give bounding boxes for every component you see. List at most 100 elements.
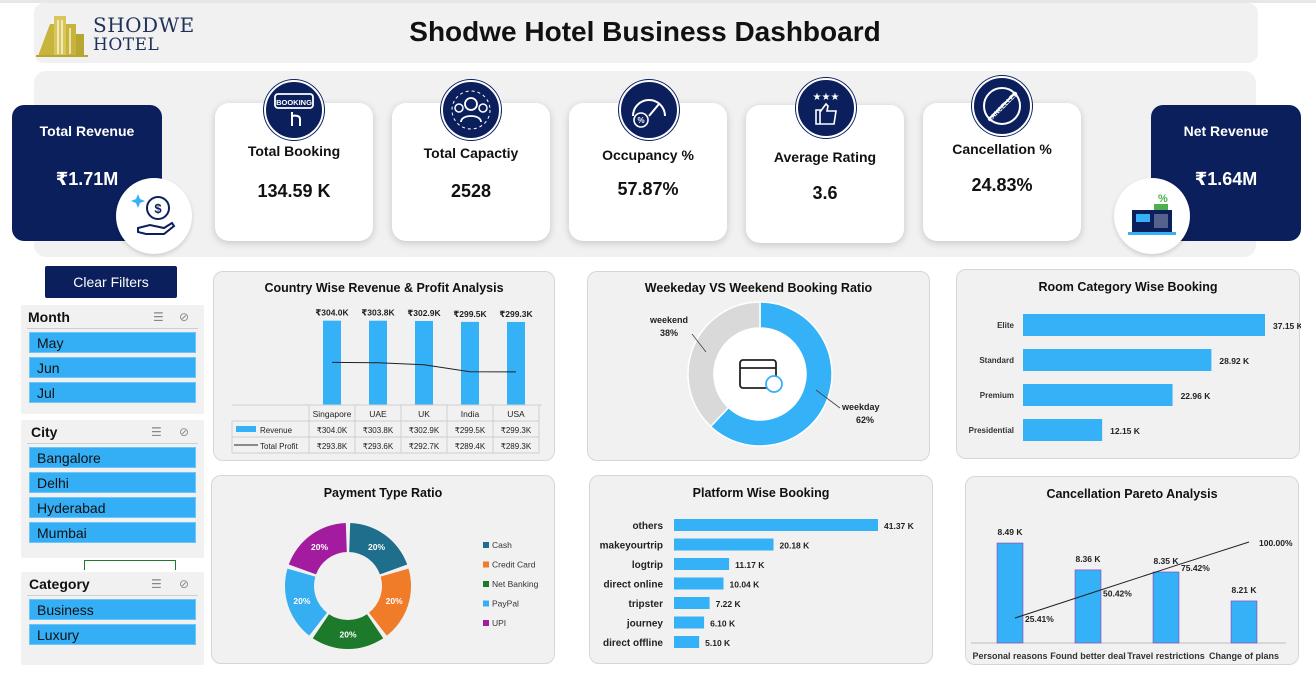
payment-legend-label: UPI <box>492 618 506 628</box>
clear-filter-icon[interactable]: ⊘ <box>179 425 189 439</box>
payment-legend-swatch <box>483 561 489 568</box>
booking-hand-icon: BOOKING <box>274 93 314 126</box>
weekday-chart-panel: Weekeday VS Weekend Booking Ratio weekda… <box>587 271 930 461</box>
platform-label: tripster <box>629 599 664 610</box>
profit-table-cell: ₹293.6K <box>363 442 394 451</box>
revenue-data-label: ₹303.8K <box>361 308 395 318</box>
money-hand-icon: $ <box>131 194 176 235</box>
room-chart: Elite 37.15 K Standard 28.92 K Premium 22.96 … <box>969 314 1301 441</box>
room-category-label: Standard <box>979 356 1014 365</box>
payment-legend-swatch <box>483 600 489 607</box>
average-rating-value: 3.6 <box>812 183 838 203</box>
total-revenue-label: Total Revenue <box>39 123 135 139</box>
clear-filter-icon[interactable]: ⊘ <box>179 577 189 591</box>
month-item[interactable]: Jul <box>29 382 196 403</box>
profit-table-cell: ₹293.8K <box>317 442 348 451</box>
revenue-data-label: ₹299.3K <box>499 309 533 319</box>
selection-handle <box>84 560 176 570</box>
country-chart: ₹304.0K ₹303.8K ₹302.9K ₹299.5K ₹299.3K Singa… <box>231 308 542 454</box>
platform-value-label: 11.17 K <box>735 560 765 570</box>
revenue-icon-circle: $ <box>116 178 192 254</box>
revenue-legend-label: Revenue <box>260 426 293 435</box>
cancellation-chart: 8.49 K Personal reasons 8.36 K Found better… <box>971 527 1293 661</box>
platform-value-label: 7.22 K <box>716 599 742 609</box>
multi-select-icon[interactable]: ☰ <box>151 425 162 439</box>
clock-icon <box>765 375 783 393</box>
payment-slice-label: 20% <box>368 542 385 552</box>
occupancy-value: 57.87% <box>617 179 679 199</box>
weekend-value-label: 38% <box>660 328 678 338</box>
weekday-chart: weekday 62% weekend 38% <box>649 301 880 447</box>
gauge-percent-icon: % <box>632 99 666 128</box>
cancellation-bar <box>1074 569 1102 644</box>
city-item[interactable]: Hyderabad <box>29 497 196 518</box>
room-value-label: 37.15 K <box>1273 321 1301 331</box>
platform-value-label: 5.10 K <box>705 638 731 648</box>
cancellation-value-label: 8.49 K <box>997 527 1023 537</box>
platform-chart: others 41.37 K makeyourtrip 20.18 K logtrip 1… <box>600 519 915 649</box>
room-value-label: 22.96 K <box>1181 391 1212 401</box>
room-chart-panel: Room Category Wise Booking Elite 37.15 KS… <box>956 269 1301 459</box>
platform-value-label: 6.10 K <box>710 619 736 629</box>
multi-select-icon[interactable]: ☰ <box>151 577 162 591</box>
payment-slice-label: 20% <box>311 542 328 552</box>
cancellation-value-label: 8.21 K <box>1231 585 1257 595</box>
city-item[interactable]: Delhi <box>29 472 196 493</box>
platform-value-label: 10.04 K <box>730 580 761 590</box>
cancellation-chart-panel: Cancellation Pareto Analysis 8.49 K Perso… <box>965 476 1299 665</box>
clear-filters-button[interactable]: Clear Filters <box>45 266 177 298</box>
country-tick-label: USA <box>507 409 525 419</box>
month-item[interactable]: May <box>29 332 196 353</box>
clear-filter-icon[interactable]: ⊘ <box>179 310 189 324</box>
cancellation-bar <box>996 542 1024 644</box>
cancellation-reason-label: Found better deal <box>1050 651 1126 661</box>
room-value-label: 28.92 K <box>1219 356 1250 366</box>
cumulative-line <box>1014 541 1250 619</box>
revenue-table-cell: ₹299.5K <box>455 426 486 435</box>
svg-text:%: % <box>637 116 644 125</box>
month-item[interactable]: Jun <box>29 357 196 378</box>
profit-legend-label: Total Profit <box>260 442 299 451</box>
country-chart-panel: Country Wise Revenue & Profit Analysis ₹… <box>213 271 555 461</box>
multi-select-icon[interactable]: ☰ <box>153 310 164 324</box>
room-value-label: 12.15 K <box>1110 426 1141 436</box>
platform-value-label: 41.37 K <box>884 521 915 531</box>
capacity-icon <box>441 80 501 140</box>
payment-legend-swatch <box>483 581 489 587</box>
revenue-bar <box>415 320 433 405</box>
revenue-table-cell: ₹299.3K <box>501 426 532 435</box>
country-tick-label: UK <box>418 409 430 419</box>
revenue-bar <box>461 321 479 405</box>
category-slicer-title: Category <box>29 576 90 592</box>
cumulative-percent-label: 75.42% <box>1181 563 1210 573</box>
svg-text:%: % <box>1158 193 1168 205</box>
country-tick-label: Singapore <box>313 409 352 419</box>
building-logo-icon <box>36 16 88 57</box>
platform-bar <box>674 538 774 551</box>
revenue-data-label: ₹299.5K <box>453 309 487 319</box>
category-item[interactable]: Business <box>29 599 196 620</box>
payment-slice-label: 20% <box>386 596 403 606</box>
revenue-table-cell: ₹304.0K <box>317 426 348 435</box>
platform-bar <box>674 616 705 629</box>
payment-legend-label: Cash <box>492 540 512 550</box>
platform-bar <box>674 597 710 609</box>
cancellation-value: 24.83% <box>971 175 1033 195</box>
city-item[interactable]: Mumbai <box>29 522 196 543</box>
logo-text-line2: HOTEL <box>93 35 160 55</box>
occupancy-label: Occupancy % <box>602 147 694 163</box>
city-item[interactable]: Bangalore <box>29 447 196 468</box>
rating-icon: ★★★ <box>796 78 856 138</box>
platform-bar <box>674 558 730 570</box>
revenue-data-label: ₹304.0K <box>315 308 349 318</box>
cash-register-icon: % <box>1128 193 1176 235</box>
payment-slice-label: 20% <box>339 630 356 640</box>
room-bar <box>1023 384 1173 406</box>
cancellation-value-label: 8.36 K <box>1075 554 1101 564</box>
platform-bar <box>674 519 878 531</box>
booking-icon-text: BOOKING <box>276 98 312 107</box>
platform-label: direct offline <box>603 638 663 649</box>
net-revenue-label: Net Revenue <box>1183 123 1269 139</box>
category-item[interactable]: Luxury <box>29 624 196 645</box>
revenue-data-label: ₹302.9K <box>407 308 441 318</box>
